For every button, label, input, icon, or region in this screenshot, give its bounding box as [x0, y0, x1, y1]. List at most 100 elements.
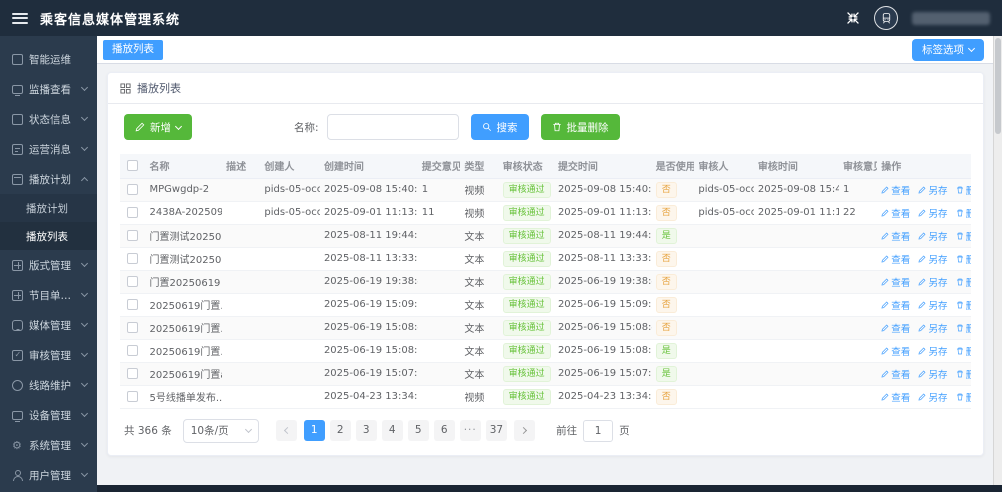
page-button[interactable]: 3	[355, 420, 377, 441]
in-use-badge: 否	[655, 296, 677, 313]
save-as-link[interactable]: 另存	[918, 206, 948, 220]
page-button[interactable]: 2	[329, 420, 351, 441]
row-checkbox[interactable]	[127, 275, 139, 287]
delete-link[interactable]: 删除	[956, 321, 971, 335]
goto-page-input[interactable]	[583, 419, 614, 442]
delete-link[interactable]: 删除	[956, 298, 971, 312]
page-button[interactable]: 4	[381, 420, 403, 441]
sidebar-item[interactable]: 版式管理	[0, 250, 97, 280]
view-link[interactable]: 查看	[881, 275, 910, 289]
sidebar-item[interactable]: 系统管理	[0, 430, 97, 460]
tab-play-list[interactable]: 播放列表	[103, 39, 163, 60]
sidebar-item[interactable]: 状态信息	[0, 104, 97, 134]
save-as-link[interactable]: 另存	[918, 275, 948, 289]
content-area: 播放列表 新增 名称: 搜索 批量删除 名称 描述 创建人 创建时间 提交意见 …	[97, 64, 1002, 485]
pen-icon	[918, 393, 926, 401]
batch-delete-button[interactable]: 批量删除	[540, 114, 620, 140]
delete-link[interactable]: 删除	[956, 390, 971, 404]
view-link[interactable]: 查看	[881, 367, 910, 381]
add-button[interactable]: 新增	[124, 114, 192, 140]
sidebar-item-label: 状态信息	[29, 113, 71, 126]
cell-created-time: 2025-04-23 13:34:52	[319, 385, 418, 409]
save-as-link[interactable]: 另存	[918, 252, 948, 266]
delete-link[interactable]: 删除	[956, 229, 971, 243]
delete-link[interactable]: 删除	[956, 252, 971, 266]
col-created-time: 创建时间	[319, 154, 418, 179]
sidebar-item[interactable]: 监播查看	[0, 74, 97, 104]
row-checkbox[interactable]	[127, 367, 139, 379]
user-avatar[interactable]	[874, 6, 898, 30]
view-link[interactable]: 查看	[881, 321, 910, 335]
tag-options-button[interactable]: 标签选项	[912, 38, 984, 61]
page-button[interactable]: 5	[407, 420, 429, 441]
trash-icon	[956, 255, 963, 262]
save-as-link[interactable]: 另存	[918, 367, 948, 381]
sidebar-item[interactable]: 线路维护	[0, 370, 97, 400]
view-link[interactable]: 查看	[881, 344, 910, 358]
hamburger-menu-icon[interactable]	[12, 12, 28, 24]
select-all-checkbox[interactable]	[127, 160, 139, 171]
delete-link[interactable]: 删除	[956, 183, 971, 197]
sidebar-item-label: 监播查看	[29, 83, 71, 96]
cell-name: 5号线播单发布...	[145, 385, 223, 409]
name-search-input[interactable]	[326, 114, 459, 140]
sidebar-item[interactable]: 播放计划	[0, 164, 97, 194]
view-link[interactable]: 查看	[881, 206, 910, 220]
username-redacted[interactable]	[912, 11, 990, 25]
page-button[interactable]: ···	[459, 420, 481, 441]
exit-fullscreen-icon[interactable]	[846, 11, 860, 25]
view-link[interactable]: 查看	[881, 252, 910, 266]
page-button[interactable]: 1	[303, 420, 325, 441]
page-button[interactable]: 6	[433, 420, 455, 441]
cell-auditor	[694, 247, 754, 271]
pen-icon	[881, 232, 889, 240]
delete-link[interactable]: 删除	[956, 344, 971, 358]
delete-link[interactable]: 删除	[956, 275, 971, 289]
row-checkbox[interactable]	[127, 206, 139, 218]
sidebar-item[interactable]: 智能运维	[0, 44, 97, 74]
save-as-link[interactable]: 另存	[918, 183, 948, 197]
sidebar-item[interactable]: 播放列表	[0, 222, 97, 250]
row-checkbox[interactable]	[127, 229, 139, 241]
next-page-button[interactable]	[514, 420, 536, 441]
row-checkbox[interactable]	[127, 252, 139, 264]
search-button[interactable]: 搜索	[470, 114, 529, 140]
view-link[interactable]: 查看	[881, 298, 910, 312]
save-as-link[interactable]: 另存	[918, 298, 948, 312]
col-operations: 操作	[877, 154, 971, 179]
sidebar-item[interactable]: 用户管理	[0, 460, 97, 490]
sidebar-item[interactable]: 审核管理	[0, 340, 97, 370]
row-checkbox[interactable]	[127, 298, 139, 310]
sidebar-item[interactable]: 设备管理	[0, 400, 97, 430]
row-checkbox[interactable]	[127, 344, 139, 356]
delete-link[interactable]: 删除	[956, 206, 971, 220]
table-header-row: 名称 描述 创建人 创建时间 提交意见 类型 审核状态 提交时间 是否使用 审核…	[120, 154, 971, 179]
pen-icon	[881, 186, 889, 194]
cell-submit-time: 2025-08-11 13:33:21	[553, 247, 652, 271]
col-creator: 创建人	[260, 154, 320, 179]
cell-audit-time	[753, 293, 839, 317]
delete-link[interactable]: 删除	[956, 367, 971, 381]
page-size-select[interactable]: 10条/页	[182, 418, 259, 443]
sidebar-item[interactable]: 运营消息	[0, 134, 97, 164]
save-as-link[interactable]: 另存	[918, 321, 948, 335]
save-as-link[interactable]: 另存	[918, 390, 948, 404]
view-link[interactable]: 查看	[881, 390, 910, 404]
row-checkbox[interactable]	[127, 183, 139, 195]
row-checkbox[interactable]	[127, 390, 139, 402]
sidebar-item[interactable]: 节目单管理	[0, 280, 97, 310]
prev-page-button[interactable]	[275, 420, 297, 441]
vertical-scrollbar[interactable]	[993, 36, 1002, 485]
sidebar-item[interactable]: 播放计划	[0, 194, 97, 222]
scrollbar-thumb[interactable]	[995, 38, 1001, 134]
page-button[interactable]: 37	[485, 420, 508, 441]
cell-submit-opinion	[417, 362, 461, 386]
row-checkbox[interactable]	[127, 321, 139, 333]
view-link[interactable]: 查看	[881, 183, 910, 197]
cell-type: 文本	[460, 270, 499, 294]
train-icon	[882, 12, 890, 23]
save-as-link[interactable]: 另存	[918, 344, 948, 358]
save-as-link[interactable]: 另存	[918, 229, 948, 243]
sidebar-item[interactable]: 媒体管理	[0, 310, 97, 340]
view-link[interactable]: 查看	[881, 229, 910, 243]
